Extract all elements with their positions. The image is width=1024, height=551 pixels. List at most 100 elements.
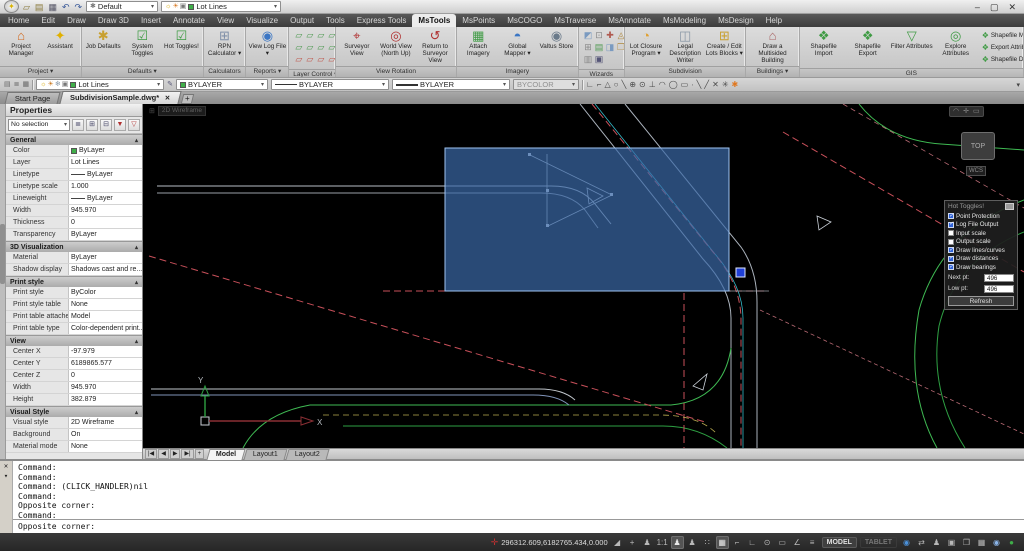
snap-icon[interactable]: ✱ — [732, 80, 739, 90]
ribbon-button[interactable]: ◉ Valtus Store — [537, 28, 575, 51]
wizard-icon[interactable]: ◨ — [605, 42, 616, 54]
property-row[interactable]: Material ByLayer — [6, 252, 142, 264]
ribbon-button[interactable]: ◔ Lot Closure Program ▾ — [627, 28, 665, 58]
status-tray-icon[interactable]: ♟ — [930, 536, 943, 549]
document-tab[interactable]: SubdivisionSample.dwg* ✕ — [60, 91, 182, 104]
status-toggle-icon[interactable]: ♟ — [686, 536, 699, 549]
ribbon-button[interactable]: ◫ Legal Description Writer — [666, 28, 704, 65]
status-toggle-icon[interactable]: ⊙ — [761, 536, 774, 549]
property-value[interactable]: ByLayer — [68, 169, 142, 180]
layer-control-icon[interactable]: ▱ — [315, 30, 326, 42]
property-value[interactable]: ByLayer — [68, 252, 142, 263]
hot-toggle-row[interactable]: Log File Output — [948, 221, 1014, 230]
property-value[interactable]: 945.970 — [68, 382, 142, 393]
coordinates-readout[interactable]: ✛ 296312.609,6182765.434,0.000 — [491, 537, 608, 548]
command-input[interactable]: Opposite corner: — [13, 519, 1024, 533]
property-value[interactable]: 2D Wireframe — [68, 417, 142, 428]
property-value[interactable]: 1.000 — [68, 181, 142, 192]
snap-icon[interactable]: ○ — [614, 80, 619, 90]
snap-icon[interactable]: ▭ — [681, 80, 689, 90]
ribbon-button[interactable]: ▦ Attach Imagery — [459, 28, 497, 58]
property-row[interactable]: Height 382.879 — [6, 394, 142, 406]
wizard-icon[interactable]: ▣ — [594, 54, 605, 66]
layer-state-icon[interactable]: ☼ — [40, 81, 46, 89]
model-space-button[interactable]: MODEL — [822, 537, 857, 548]
ribbon-group-label[interactable]: Wizards — [579, 69, 624, 77]
ribbon-group-label[interactable]: View Rotation — [336, 66, 456, 77]
close-button[interactable]: ✕ — [1008, 2, 1016, 12]
layer-control-icon[interactable]: ▱ — [326, 30, 335, 42]
status-toggle-icon[interactable]: ◢ — [611, 536, 624, 549]
hot-toggle-row[interactable]: Point Protection — [948, 212, 1014, 221]
lineweight-dropdown[interactable]: BYLAYER ▾ — [392, 79, 510, 90]
status-toggle-icon[interactable]: ∷ — [701, 536, 714, 549]
snap-icon[interactable]: ⊕ — [629, 80, 636, 90]
property-value[interactable]: ByLayer — [68, 229, 142, 240]
quick-access-icon[interactable]: ▦ — [47, 1, 58, 13]
menu-tab[interactable]: View — [211, 14, 240, 27]
property-row[interactable]: Layer Lot Lines — [6, 157, 142, 169]
dialog-grip[interactable] — [1005, 203, 1014, 210]
ribbon-button[interactable]: ☑ System Toggles — [123, 28, 161, 58]
property-row[interactable]: Linetype ByLayer — [6, 169, 142, 181]
property-row[interactable]: Print style table None — [6, 299, 142, 311]
layer-state-icon[interactable]: ▣ — [62, 81, 69, 89]
ribbon-group-label[interactable]: Buildings ▾ — [746, 66, 798, 77]
property-row[interactable]: Transparency ByLayer — [6, 229, 142, 241]
property-row[interactable]: Thickness 0 — [6, 217, 142, 229]
menu-tab[interactable]: Annotate — [167, 14, 211, 27]
chevron-down-icon[interactable]: ▾ — [4, 473, 8, 480]
properties-tool-icon[interactable]: ⊞ — [86, 119, 98, 131]
menu-tab[interactable]: Express Tools — [351, 14, 413, 27]
property-row[interactable]: Center X -97.979 — [6, 346, 142, 358]
application-menu-button[interactable]: ✦ — [4, 0, 19, 13]
ribbon-button[interactable]: ⌖ Surveyor View — [338, 28, 376, 58]
status-toggle-icon[interactable]: ♟ — [641, 536, 654, 549]
status-toggle-icon[interactable]: ♟ — [671, 536, 684, 549]
section-header-view[interactable]: View▴ — [6, 335, 142, 346]
section-header-print-style[interactable]: Print style▴ — [6, 276, 142, 287]
close-tab-icon[interactable]: ✕ — [165, 94, 170, 103]
menu-tab[interactable]: MsCOGO — [501, 14, 548, 27]
status-toggle-icon[interactable]: ≡ — [806, 536, 819, 549]
quick-access-icon[interactable]: ▤ — [34, 1, 45, 13]
ribbon-button[interactable]: ❖ Shapefile Export — [846, 28, 890, 58]
layout-tab[interactable]: Layout2 — [286, 449, 330, 460]
menu-tab[interactable]: MsTools — [412, 14, 456, 27]
nav-icon[interactable]: ✛ — [963, 107, 969, 116]
property-value[interactable]: 0 — [68, 370, 142, 381]
layer-control-icon[interactable]: ▱ — [315, 54, 326, 66]
ribbon-button[interactable]: ✱ Job Defaults — [84, 28, 122, 51]
ribbon-button[interactable]: ⌂ Project Manager — [2, 28, 40, 58]
toolbar-icon[interactable]: ▤ — [4, 81, 11, 89]
layer-properties-icon[interactable]: ✎ — [167, 81, 173, 89]
layer-state-icon[interactable]: ▣ — [180, 3, 187, 11]
checkbox[interactable] — [948, 247, 954, 253]
command-history[interactable]: Command:Command:Command: (CLICK_HANDLER)… — [13, 461, 1024, 519]
snap-icon[interactable]: ╲ — [622, 80, 627, 90]
section-header-3d-visualization[interactable]: 3D Visualization▴ — [6, 241, 142, 252]
menu-tab[interactable]: MsDesign — [712, 14, 760, 27]
tablet-button[interactable]: TABLET — [860, 537, 897, 548]
layer-state-icon[interactable]: ☼ — [165, 3, 171, 11]
property-value[interactable]: 945.970 — [68, 205, 142, 216]
property-row[interactable]: Color ByLayer — [6, 145, 142, 157]
wizard-icon[interactable]: ⊡ — [594, 30, 605, 42]
linetype-dropdown[interactable]: BYLAYER ▾ — [271, 79, 389, 90]
menu-tab[interactable]: Draw — [61, 14, 92, 27]
layout-nav-button[interactable]: + — [195, 449, 205, 459]
ribbon-button[interactable]: ⊞ Create / Edit Lots Blocks ▾ — [705, 28, 743, 58]
property-row[interactable]: Visual style 2D Wireframe — [6, 417, 142, 429]
property-row[interactable]: Print table type Color-dependent print..… — [6, 323, 142, 335]
wcs-label[interactable]: WCS — [966, 166, 986, 176]
snap-icon[interactable]: ⊙ — [639, 80, 646, 90]
status-tray-icon[interactable]: ⇄ — [915, 536, 928, 549]
quick-access-icon[interactable]: ↶ — [61, 1, 71, 13]
layer-dropdown[interactable]: ☼☀❄▣ Lot Lines ▾ — [36, 79, 164, 90]
layer-state-icon[interactable]: ☀ — [172, 3, 178, 11]
snap-icon[interactable]: ⌐ — [597, 80, 602, 90]
property-row[interactable]: Linetype scale 1.000 — [6, 181, 142, 193]
ribbon-group-label[interactable]: Imagery — [457, 66, 577, 77]
menu-tab[interactable]: Visualize — [240, 14, 284, 27]
snap-icon[interactable]: △ — [605, 80, 611, 90]
